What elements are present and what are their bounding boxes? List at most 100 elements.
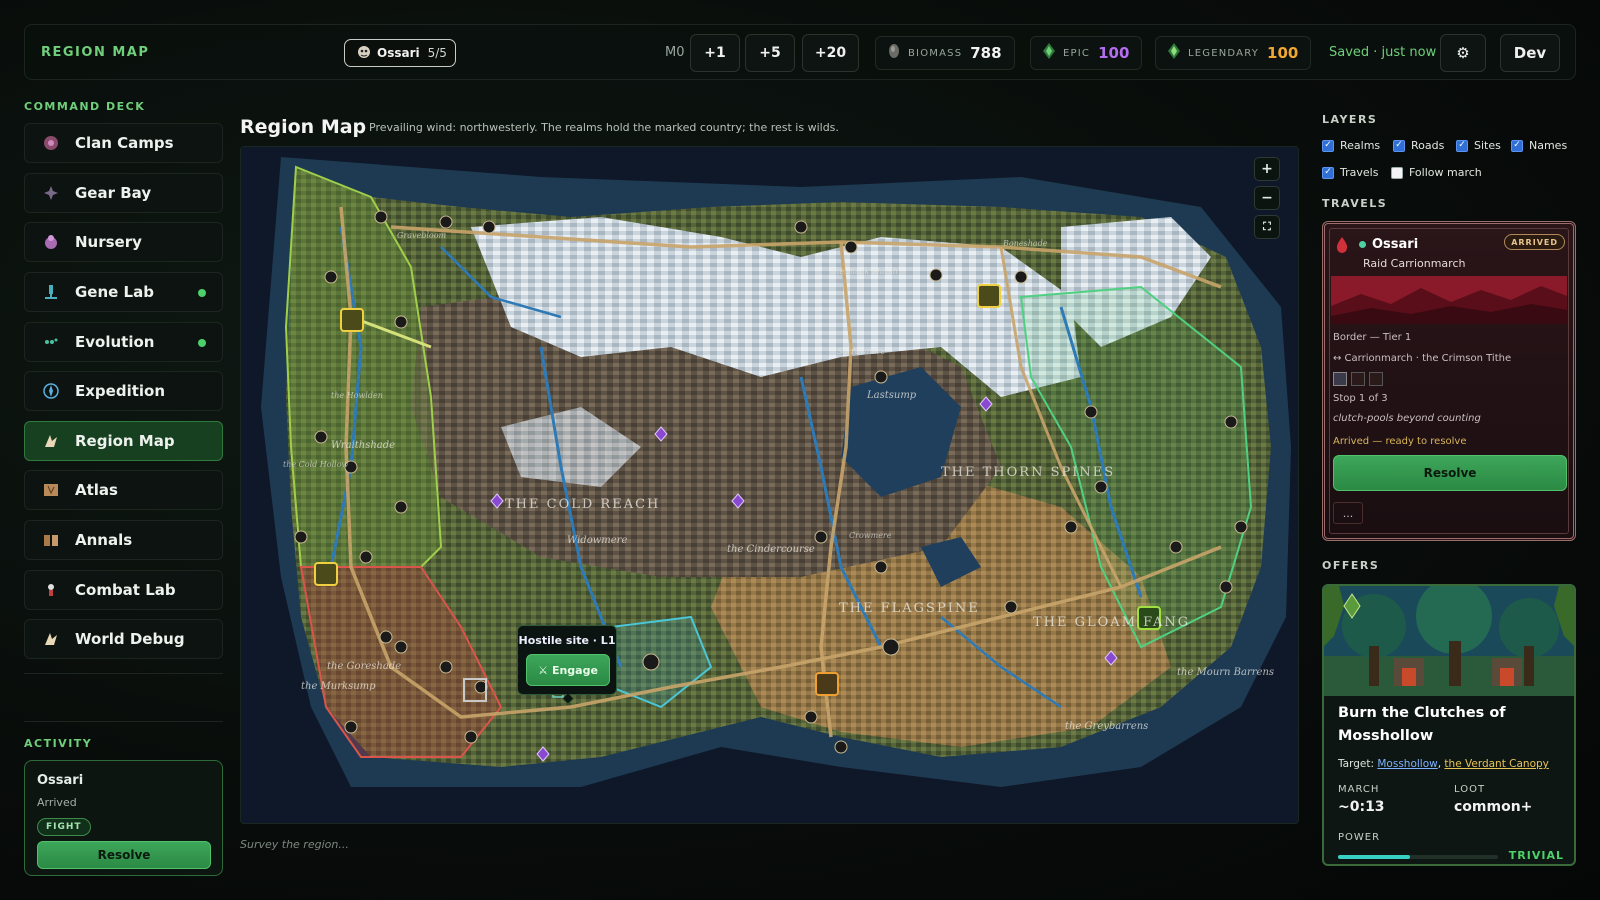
sidebar-item-world-debug[interactable]: World Debug [24,619,223,659]
save-status: Saved · just now [1329,45,1437,60]
popup-title: Hostile site · L1 [518,634,616,647]
biomass-icon [888,43,900,63]
dev-button[interactable]: Dev [1500,34,1560,72]
layer-toggle-realms[interactable]: ✓ Realms [1322,139,1380,152]
offers-title: OFFERS [1322,559,1380,572]
travel-note: clutch-pools beyond counting [1333,413,1481,424]
camp-icon [41,133,61,153]
epic-label: EPIC [1063,47,1091,59]
activity-card: Ossari Arrived FIGHT Resolve [24,760,223,876]
offer-target-link[interactable]: the Verdant Canopy [1444,758,1548,770]
region-map[interactable]: THE COLD REACH THE THORN SPINES THE FLAG… [240,146,1299,824]
sidebar-item-expedition[interactable]: Expedition [24,371,223,411]
epic-gem-icon [1043,43,1055,63]
top-bar: REGION MAP Ossari 5/5 M0 +1 +5 +20 BIOMA… [24,24,1576,80]
travels-title: TRAVELS [1322,197,1388,210]
sidebar-item-clan-camps[interactable]: Clan Camps [24,123,223,163]
notification-dot [198,289,206,297]
status-dot [1359,241,1366,248]
travel-card[interactable]: Ossari Raid Carrionmarch ARRIVED Border … [1322,221,1576,541]
travel-route: ↔ Carrionmarch · the Crimson Tithe [1333,353,1512,364]
sidebar-item-combat-lab[interactable]: Combat Lab [24,570,223,610]
map-label-place: Lastsump [867,390,917,401]
resource-epic: EPIC 100 [1030,36,1143,70]
map-label-place: the Goreshade [327,661,402,672]
march-label: MARCH [1338,784,1380,795]
sidebar-item-gene-lab[interactable]: Gene Lab [24,272,223,312]
activity-status: Arrived [37,796,77,809]
power-bar-fill [1338,855,1410,859]
layer-label: Names [1529,139,1568,152]
biomass-value: 788 [970,44,1002,62]
sidebar-item-atlas[interactable]: Atlas [24,470,223,510]
layer-toggle-roads[interactable]: ✓ Roads [1393,139,1444,152]
sidebar-item-evolution[interactable]: Evolution [24,322,223,362]
map-label-place: the Black Marsh [831,267,898,276]
layer-label: Travels [1340,166,1379,179]
sidebar-item-gear-bay[interactable]: Gear Bay [24,173,223,213]
sidebar-item-label: Gear Bay [75,184,152,202]
tick-plus-20-button[interactable]: +20 [802,34,859,72]
map-label-place: Widowmere [567,535,628,546]
map-label-place: the Cindercourse [727,544,815,555]
map-label-place: Crowmere [849,531,892,540]
zoom-out-button[interactable]: − [1254,186,1280,210]
travel-party-icons [1333,372,1383,386]
legendary-label: LEGENDARY [1188,47,1260,59]
sidebar-item-nursery[interactable]: Nursery [24,222,223,262]
travel-border: Border — Tier 1 [1333,332,1412,343]
compass-icon [41,381,61,401]
atlas-icon [41,480,61,500]
map-label-region: THE THORN SPINES [941,465,1116,480]
layer-label: Follow march [1409,166,1482,179]
checkbox-checked-icon: ✓ [1456,139,1468,152]
map-footer-hint: Survey the region... [240,838,349,851]
checkbox-unchecked-icon: ✓ [1391,166,1403,179]
power-bar [1338,855,1498,859]
legendary-value: 100 [1267,44,1299,62]
layer-label: Roads [1411,139,1445,152]
sidebar-item-label: Atlas [75,481,118,499]
tick-plus-1-button[interactable]: +1 [690,34,740,72]
clan-count: 5/5 [427,46,447,60]
sidebar-item-label: Evolution [75,333,155,351]
zoom-in-button[interactable]: + [1254,157,1280,181]
layer-toggle-travels[interactable]: ✓ Travels [1322,166,1378,179]
layer-toggle-follow-march[interactable]: ✓ Follow march [1391,166,1482,179]
engage-button[interactable]: ⚔ Engage [526,654,610,686]
activity-title: ACTIVITY [24,737,93,750]
resource-legendary: LEGENDARY 100 [1155,36,1312,70]
clan-name: Ossari [377,46,420,60]
travel-clan-name: Ossari [1372,237,1419,252]
nursery-icon [41,232,61,252]
tick-plus-5-button[interactable]: +5 [745,34,795,72]
layer-toggle-sites[interactable]: ✓ Sites [1456,139,1501,152]
clan-emblem-icon [357,45,371,62]
sidebar-item-label: Annals [75,531,133,549]
sidebar-item-annals[interactable]: Annals [24,520,223,560]
travel-resolve-button[interactable]: Resolve [1333,455,1567,491]
power-tier: TRIVIAL [1508,849,1564,862]
map-label-place: the Cold Hollow [283,460,349,469]
microscope-icon [41,282,61,302]
offer-title: Burn the Clutches of Mosshollow [1338,705,1506,745]
unknown-member-icon [1369,372,1383,386]
offer-target-link[interactable]: Mosshollow [1377,758,1437,770]
sidebar-item-label: World Debug [75,630,185,648]
travel-more-button[interactable]: ... [1333,502,1363,524]
epic-value: 100 [1098,44,1130,62]
power-label: POWER [1338,832,1381,843]
map-label-region: THE COLD REACH [505,497,661,512]
clan-selector[interactable]: Ossari 5/5 [344,39,456,67]
fullscreen-button[interactable]: ⛶ [1254,215,1280,239]
page-subtitle: Prevailing wind: northwesterly. The real… [369,121,839,134]
sidebar-item-region-map[interactable]: Region Map [24,421,223,461]
notification-dot [198,339,206,347]
sidebar-divider [24,673,223,674]
sidebar-title: COMMAND DECK [24,100,146,113]
settings-button[interactable]: ⚙ [1440,34,1486,72]
map-label-place: Boneshade [1003,239,1048,248]
activity-resolve-button[interactable]: Resolve [37,841,211,869]
offer-card[interactable]: Burn the Clutches of Mosshollow Target: … [1322,584,1576,866]
layer-toggle-names[interactable]: ✓ Names [1511,139,1567,152]
